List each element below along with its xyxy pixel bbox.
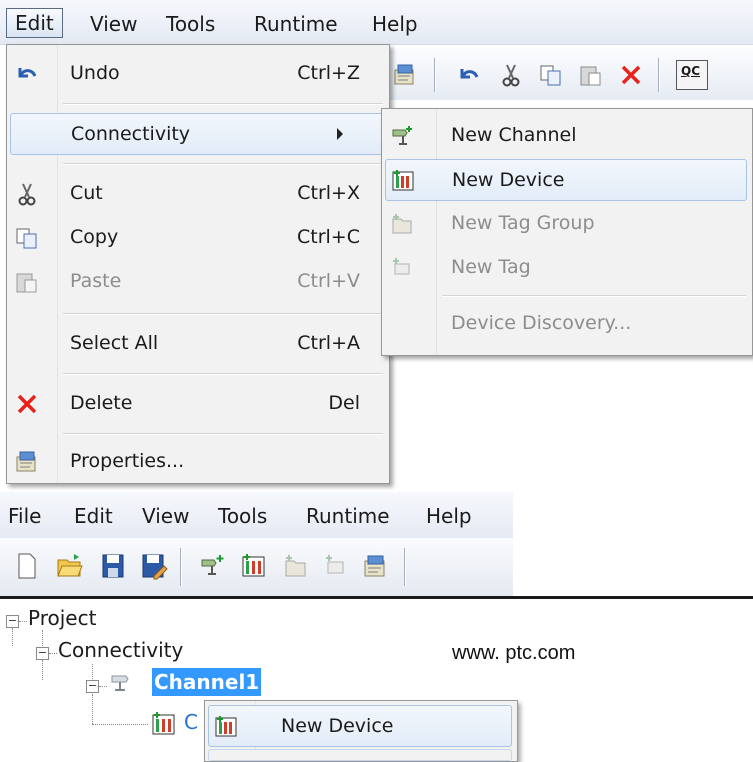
paste-shortcut: Ctrl+V [297, 270, 360, 292]
edit-dropdown-menu: Undo Ctrl+Z Connectivity Cut Ctrl+X Copy… [6, 44, 390, 484]
properties-label: Properties... [70, 450, 185, 472]
delete-label: Delete [70, 392, 133, 414]
menu-item-select-all[interactable]: Select All Ctrl+A [10, 323, 384, 363]
top-toolbar: QC [380, 48, 753, 100]
copy-icon [14, 225, 40, 251]
device-icon [150, 710, 178, 738]
cut-icon[interactable] [498, 62, 524, 88]
properties-icon[interactable] [362, 552, 390, 580]
new-icon[interactable] [14, 552, 40, 580]
properties-icon [14, 449, 40, 475]
copy-label: Copy [70, 226, 119, 248]
menu-item-device-discovery[interactable]: Device Discovery... [385, 303, 747, 343]
menu-help[interactable]: Help [364, 10, 426, 38]
copy-shortcut: Ctrl+C [297, 226, 360, 248]
top-menubar: Edit View Tools Runtime Help [0, 0, 753, 45]
tree-node-device[interactable]: C [184, 710, 198, 734]
menu-help-2[interactable]: Help [418, 502, 480, 530]
menu-edit-2[interactable]: Edit [66, 502, 121, 530]
undo-shortcut: Ctrl+Z [297, 62, 360, 84]
save-as-icon[interactable] [140, 552, 168, 580]
menu-item-new-tag[interactable]: New Tag [385, 247, 747, 287]
new-channel-icon [389, 123, 415, 149]
menu-view-2[interactable]: View [134, 502, 197, 530]
new-channel-label: New Channel [451, 124, 577, 146]
save-icon[interactable] [100, 552, 126, 580]
menu-item-cut[interactable]: Cut Ctrl+X [10, 173, 384, 213]
menu-tools[interactable]: Tools [158, 10, 223, 38]
menu-file[interactable]: File [0, 502, 49, 530]
select-all-label: Select All [70, 332, 159, 354]
new-tag-group-label: New Tag Group [451, 212, 595, 234]
menu-item-properties[interactable]: Properties... [10, 441, 384, 481]
window-divider [0, 596, 753, 599]
open-icon[interactable] [56, 552, 84, 580]
select-all-shortcut: Ctrl+A [297, 332, 360, 354]
bottom-toolbar [0, 538, 513, 596]
connectivity-label: Connectivity [71, 123, 191, 145]
copy-icon[interactable] [538, 62, 564, 88]
context-new-device-label: New Device [281, 715, 394, 737]
menu-item-new-device[interactable]: New Device [385, 159, 747, 201]
menu-item-undo[interactable]: Undo Ctrl+Z [10, 53, 384, 93]
menu-item-connectivity[interactable]: Connectivity [10, 113, 384, 155]
new-tag-group-icon [389, 211, 415, 237]
quick-client-icon[interactable]: QC [676, 60, 708, 90]
paste-icon[interactable] [578, 62, 604, 88]
menu-view[interactable]: View [82, 10, 145, 38]
new-tag-icon [389, 255, 415, 281]
new-tag-group-icon[interactable] [282, 552, 310, 580]
new-device-icon [213, 714, 239, 740]
delete-icon[interactable] [618, 62, 644, 88]
connectivity-submenu: New Channel New Device New Tag Group New… [381, 108, 753, 356]
menu-runtime[interactable]: Runtime [246, 10, 346, 38]
new-tag-label: New Tag [451, 256, 531, 278]
menu-edit[interactable]: Edit [6, 8, 63, 38]
submenu-arrow-icon [337, 128, 343, 140]
device-discovery-label: Device Discovery... [451, 312, 632, 334]
delete-icon [14, 391, 40, 417]
quick-client-badge: QC [681, 64, 701, 78]
tree-node-project[interactable]: Project [28, 606, 96, 630]
collapse-icon[interactable]: − [86, 680, 99, 693]
menu-item-paste[interactable]: Paste Ctrl+V [10, 261, 384, 301]
new-channel-icon[interactable] [198, 552, 226, 580]
menu-item-copy[interactable]: Copy Ctrl+C [10, 217, 384, 257]
new-device-icon[interactable] [240, 552, 268, 580]
paste-icon [14, 269, 40, 295]
undo-icon[interactable] [456, 62, 482, 88]
context-menu: New Device [204, 700, 518, 762]
delete-shortcut: Del [328, 392, 360, 414]
menu-tools-2[interactable]: Tools [210, 502, 275, 530]
undo-label: Undo [70, 62, 120, 84]
cut-label: Cut [70, 182, 103, 204]
cut-shortcut: Ctrl+X [297, 182, 360, 204]
collapse-icon[interactable]: − [6, 615, 19, 628]
new-tag-icon[interactable] [322, 552, 350, 580]
context-item-new-device[interactable]: New Device [208, 705, 512, 747]
context-item-next[interactable] [208, 749, 512, 761]
menu-runtime-2[interactable]: Runtime [298, 502, 398, 530]
tree-node-connectivity[interactable]: Connectivity [58, 638, 183, 662]
properties-icon[interactable] [392, 62, 418, 88]
cut-icon [14, 181, 40, 207]
menu-item-new-channel[interactable]: New Channel [385, 115, 747, 155]
watermark-url: www. ptc.com [452, 642, 576, 664]
new-device-icon [390, 168, 416, 194]
collapse-icon[interactable]: − [36, 647, 49, 660]
menu-item-new-tag-group[interactable]: New Tag Group [385, 203, 747, 243]
menu-item-delete[interactable]: Delete Del [10, 383, 384, 423]
channel-icon [108, 670, 134, 696]
bottom-menubar: File Edit View Tools Runtime Help [0, 492, 513, 538]
new-device-label: New Device [452, 169, 565, 191]
undo-icon [14, 61, 40, 87]
paste-label: Paste [70, 270, 122, 292]
tree-node-channel1[interactable]: Channel1 [152, 668, 262, 696]
